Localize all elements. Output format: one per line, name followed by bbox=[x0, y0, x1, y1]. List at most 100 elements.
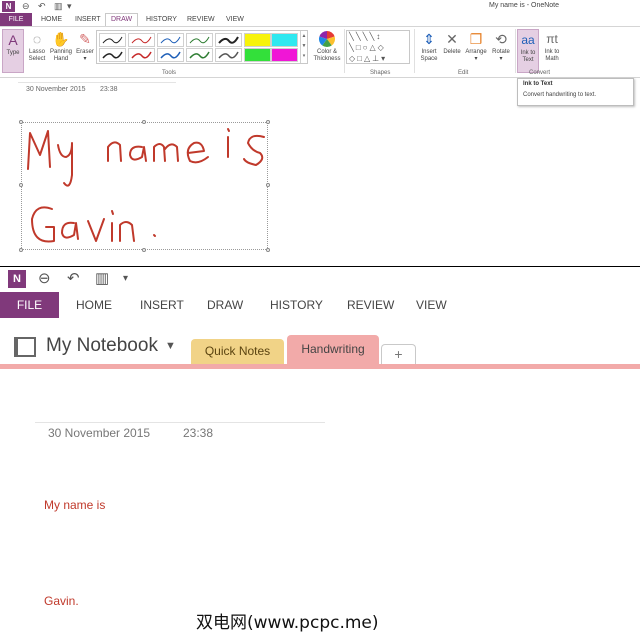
tooltip-title: Ink to Text bbox=[523, 81, 553, 87]
highlighter-green[interactable] bbox=[244, 48, 271, 62]
window-title: My name is - OneNote bbox=[489, 2, 560, 9]
tab-insert[interactable]: INSERT bbox=[140, 292, 184, 318]
notebook-dropdown-icon[interactable]: ▼ bbox=[165, 340, 176, 352]
page-time: 23:38 bbox=[100, 86, 118, 93]
ink-to-math-button[interactable]: πt Ink to Math bbox=[541, 29, 563, 73]
page-date: 30 November 2015 bbox=[26, 86, 86, 93]
pen-red-medium[interactable] bbox=[128, 48, 155, 62]
pen-green-medium[interactable] bbox=[186, 48, 213, 62]
panning-hand-button[interactable]: ✋ Panning Hand bbox=[49, 29, 73, 73]
delete-button[interactable]: ✕ Delete bbox=[441, 29, 463, 73]
undo-icon[interactable]: ↶ bbox=[38, 1, 46, 12]
lasso-icon: ◌ bbox=[32, 31, 42, 47]
delete-x-icon: ✕ bbox=[446, 31, 458, 47]
page-title-rule bbox=[35, 422, 325, 423]
dock-icon[interactable]: ▥ bbox=[54, 1, 63, 12]
notebook-icon bbox=[14, 337, 36, 357]
ink-to-math-label-1: Ink to bbox=[544, 49, 560, 55]
customize-caret-icon[interactable]: ▾ bbox=[67, 1, 72, 12]
pen-gallery-scroll[interactable]: ▲ ▼ ▾ bbox=[300, 31, 307, 63]
back-icon[interactable]: ⊖ bbox=[22, 1, 30, 12]
ink-to-math-icon: πt bbox=[546, 32, 558, 46]
lasso-select-button[interactable]: ◌ Lasso Select bbox=[26, 29, 48, 73]
lasso-label-1: Lasso bbox=[28, 49, 45, 55]
draw-ribbon: A Type ◌ Lasso Select ✋ Panning Hand ✎ E… bbox=[0, 26, 640, 78]
ink-to-text-label-1: Ink to bbox=[520, 50, 536, 56]
page-time: 23:38 bbox=[183, 426, 214, 440]
ribbon-tabs: FILE HOME INSERT DRAW HISTORY REVIEW VIE… bbox=[0, 292, 640, 318]
tab-history[interactable]: HISTORY bbox=[141, 13, 182, 27]
customize-caret-icon[interactable]: ▾ bbox=[123, 270, 128, 288]
section-tab-handwriting[interactable]: Handwriting bbox=[287, 335, 379, 364]
eraser-button[interactable]: ✎ Eraser ▾ bbox=[74, 29, 96, 73]
tab-insert[interactable]: INSERT bbox=[70, 13, 106, 27]
pen-black-thick[interactable] bbox=[215, 33, 242, 47]
ink-to-text-button[interactable]: aa Ink to Text bbox=[517, 29, 539, 73]
highlighter-magenta[interactable] bbox=[271, 48, 298, 62]
delete-label: Delete bbox=[443, 49, 461, 55]
quick-access-toolbar: N ⊖ ↶ ▥ ▾ My name is - OneNote bbox=[0, 0, 640, 13]
type-button[interactable]: A Type bbox=[2, 29, 24, 73]
type-cursor-icon: A bbox=[8, 32, 18, 48]
type-label: Type bbox=[6, 50, 20, 56]
page-title-rule bbox=[18, 82, 176, 83]
ink-to-text-tooltip: Ink to Text Convert handwriting to text. bbox=[517, 78, 634, 106]
insert-space-label-1: Insert bbox=[421, 49, 437, 55]
ink-to-math-label-2: Math bbox=[545, 56, 559, 62]
converted-text-line-2[interactable]: Gavin. bbox=[44, 594, 79, 608]
shapes-gallery[interactable]: ╲╲╲╲↕ ╲□○△◇ ◇□△⊥▾ bbox=[346, 30, 410, 64]
ink-to-text-label-2: Text bbox=[522, 57, 534, 63]
tab-view[interactable]: VIEW bbox=[416, 292, 447, 318]
undo-icon[interactable]: ↶ bbox=[67, 270, 80, 288]
pen-gray-medium[interactable] bbox=[215, 48, 242, 62]
tab-home[interactable]: HOME bbox=[36, 13, 67, 27]
pen-red-thin[interactable] bbox=[128, 33, 155, 47]
watermark: 双电网(www.pcpc.me) bbox=[196, 613, 379, 633]
eraser-caret: ▾ bbox=[83, 56, 87, 62]
notebook-bar: My Notebook ▼ Quick Notes Handwriting + bbox=[0, 329, 640, 369]
back-icon[interactable]: ⊖ bbox=[38, 270, 51, 288]
section-color-rule bbox=[0, 364, 640, 369]
quick-access-toolbar: N ⊖ ↶ ▥ ▾ bbox=[0, 267, 640, 291]
tab-draw[interactable]: DRAW bbox=[105, 13, 139, 27]
tab-file[interactable]: FILE bbox=[0, 292, 59, 318]
arrange-icon: ❐ bbox=[469, 31, 483, 47]
group-label-edit: Edit bbox=[458, 70, 469, 76]
eraser-label: Eraser bbox=[76, 49, 94, 55]
group-label-shapes: Shapes bbox=[370, 70, 391, 76]
pen-blue-thin[interactable] bbox=[157, 33, 184, 47]
tab-review[interactable]: REVIEW bbox=[182, 13, 220, 27]
tab-history[interactable]: HISTORY bbox=[270, 292, 323, 318]
onenote-logo-icon: N bbox=[8, 270, 26, 288]
arrange-label: Arrange bbox=[465, 49, 487, 55]
panning-label-2: Hand bbox=[53, 56, 69, 62]
color-thickness-button[interactable]: Color & Thickness bbox=[312, 29, 342, 73]
tab-home[interactable]: HOME bbox=[76, 292, 112, 318]
notebook-name[interactable]: My Notebook bbox=[46, 335, 158, 357]
tab-review[interactable]: REVIEW bbox=[347, 292, 394, 318]
arrange-caret: ▾ bbox=[474, 56, 478, 62]
tab-file[interactable]: FILE bbox=[0, 13, 32, 27]
rotate-button[interactable]: ⟲ Rotate ▾ bbox=[489, 29, 513, 73]
section-tab-quick-notes[interactable]: Quick Notes bbox=[191, 339, 284, 364]
highlighter-cyan[interactable] bbox=[271, 33, 298, 47]
tab-draw[interactable]: DRAW bbox=[207, 292, 243, 318]
dock-icon[interactable]: ▥ bbox=[95, 270, 109, 288]
highlighter-yellow[interactable] bbox=[244, 33, 271, 47]
tab-view[interactable]: VIEW bbox=[221, 13, 249, 27]
handwriting-screenshot: N ⊖ ↶ ▥ ▾ My name is - OneNote FILE HOME… bbox=[0, 0, 640, 266]
pen-black-thin[interactable] bbox=[99, 33, 126, 47]
ribbon-tabs: FILE HOME INSERT DRAW HISTORY REVIEW VIE… bbox=[0, 13, 640, 27]
insert-space-button[interactable]: ⇕ Insert Space bbox=[417, 29, 441, 73]
lasso-label-2: Select bbox=[28, 56, 46, 62]
ink-to-text-icon: aa bbox=[521, 33, 535, 47]
pen-black-medium[interactable] bbox=[99, 48, 126, 62]
pen-green-thin[interactable] bbox=[186, 33, 213, 47]
onenote-logo-icon: N bbox=[2, 1, 15, 12]
arrange-button[interactable]: ❐ Arrange ▾ bbox=[463, 29, 489, 73]
rotate-caret: ▾ bbox=[499, 56, 503, 62]
add-section-button[interactable]: + bbox=[381, 344, 416, 364]
ink-selection-box[interactable] bbox=[19, 120, 270, 252]
pen-blue-medium[interactable] bbox=[157, 48, 184, 62]
converted-text-line-1[interactable]: My name is bbox=[44, 498, 105, 512]
